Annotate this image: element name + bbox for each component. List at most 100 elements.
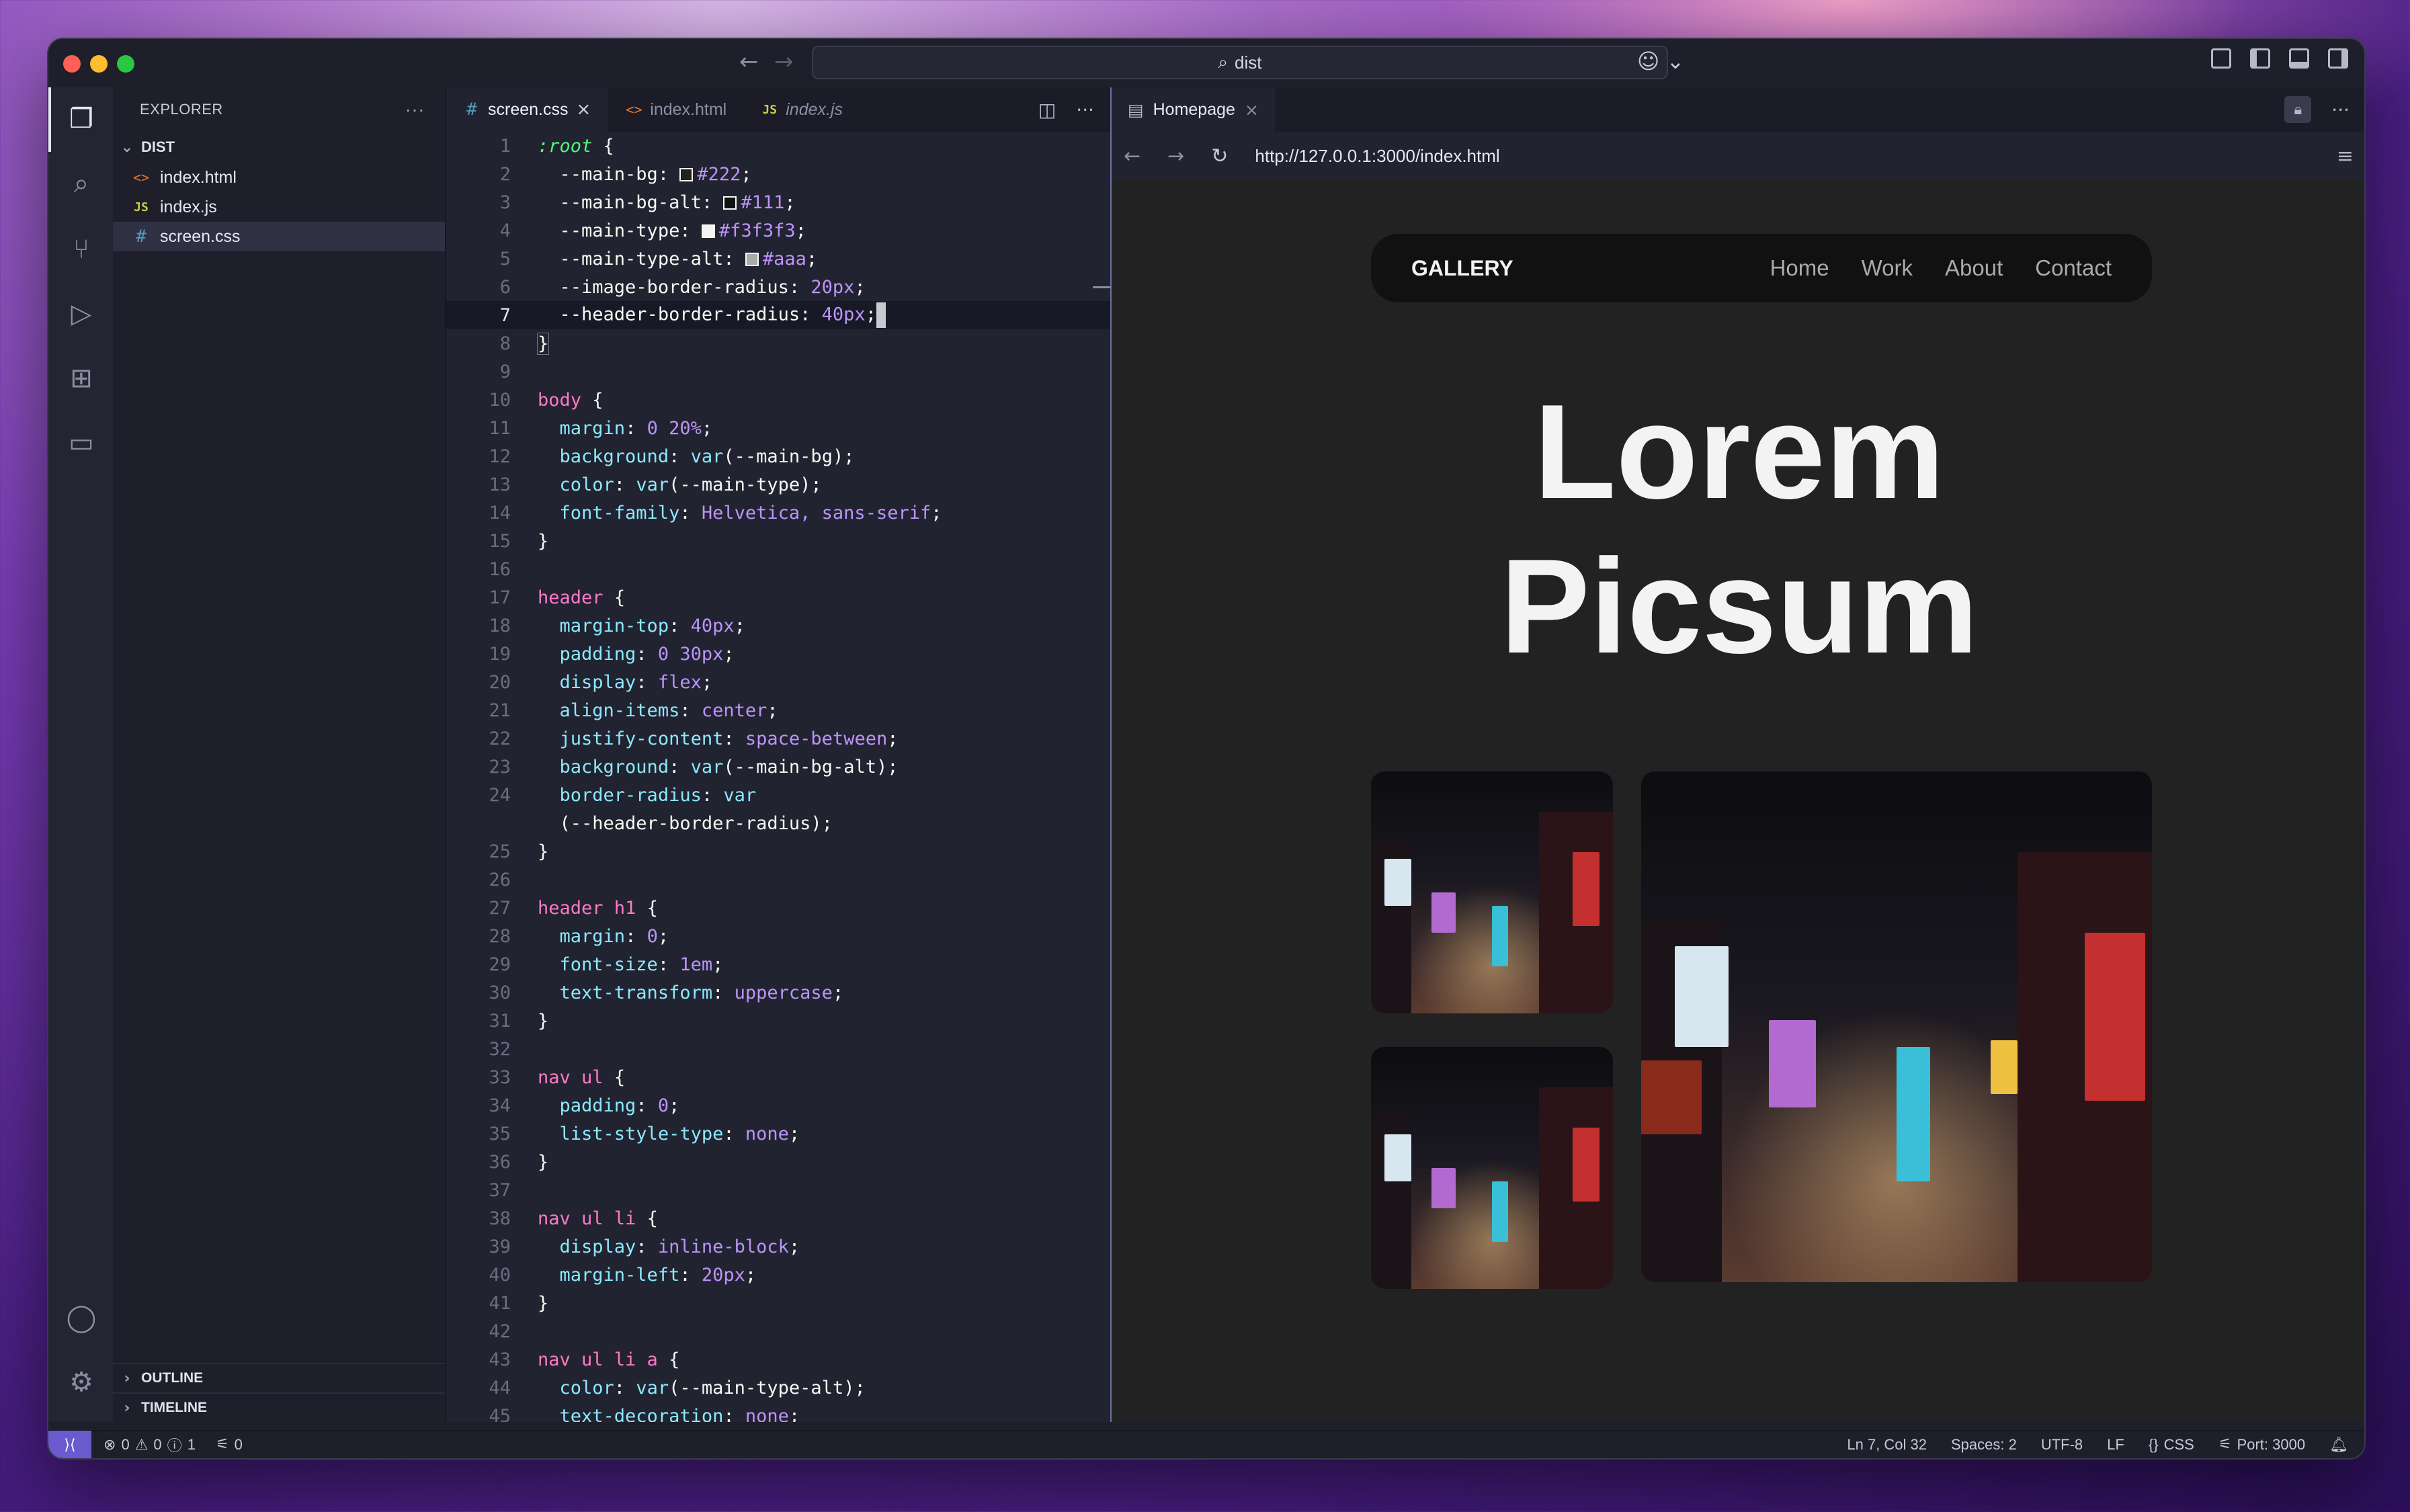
menu-icon[interactable]: ≡: [2337, 144, 2354, 168]
source-control-icon[interactable]: ⑂: [66, 234, 97, 265]
code-text: font-size: 1em;: [559, 954, 724, 975]
nav-link-about[interactable]: About: [1945, 255, 2003, 281]
code-text: nav ul li a {: [538, 1349, 680, 1370]
line-number: 8: [499, 333, 511, 354]
nav-link-contact[interactable]: Contact: [2035, 255, 2112, 281]
browser-tab-icon: ▤: [1128, 99, 1144, 120]
code-text: nav ul li {: [538, 1208, 658, 1229]
code-area[interactable]: 1:root { 2 --main-bg: #222; 3 --main-bg-…: [446, 132, 1112, 1422]
more-actions-icon[interactable]: ···: [2331, 99, 2350, 121]
port-status[interactable]: ⚟ Port: 3000: [2218, 1436, 2305, 1454]
line-ending[interactable]: LF: [2107, 1436, 2124, 1454]
timeline-section[interactable]: › TIMELINE: [113, 1392, 445, 1422]
code-text: --main-bg-alt: #111;: [559, 192, 796, 213]
code-line: 22 justify-content: space-between;: [446, 724, 1112, 753]
customize-layout-icon[interactable]: [2211, 48, 2231, 69]
explorer-title: EXPLORER: [140, 101, 223, 118]
code-text: color: var(--main-type);: [559, 474, 822, 495]
file-index-html[interactable]: <> index.html: [113, 163, 445, 192]
ports-indicator[interactable]: ⚟ 0: [216, 1436, 243, 1454]
code-line-current: 7 --header-border-radius: 40px;: [446, 301, 1112, 329]
file-screen-css[interactable]: # screen.css: [113, 222, 445, 251]
toggle-panel-icon[interactable]: [2289, 48, 2309, 69]
back-arrow-icon[interactable]: ←: [1124, 144, 1140, 168]
color-swatch[interactable]: [745, 252, 759, 266]
toggle-secondary-sidebar-icon[interactable]: [2328, 48, 2348, 69]
language-mode[interactable]: {} CSS: [2149, 1436, 2194, 1454]
rendered-site: GALLERY Home Work About Contact Lorem Pi…: [1112, 180, 2364, 1422]
remote-indicator[interactable]: ⟩⟨: [48, 1431, 91, 1458]
bell-icon[interactable]: 🔔︎: [2329, 1437, 2348, 1454]
remote-explorer-icon[interactable]: ▭: [66, 427, 97, 458]
indentation[interactable]: Spaces: 2: [1951, 1436, 2017, 1454]
minimize-window-button[interactable]: [90, 55, 108, 73]
code-text: }: [538, 1151, 549, 1173]
close-icon[interactable]: ×: [576, 99, 591, 120]
code-line: 37: [446, 1176, 1112, 1204]
explorer-icon[interactable]: ❐: [66, 103, 97, 134]
css-file-icon: #: [466, 99, 477, 120]
nav-link-home[interactable]: Home: [1770, 255, 1829, 281]
code-text: --header-border-radius: 40px;: [538, 302, 886, 328]
code-line: 19 padding: 0 30px;: [446, 640, 1112, 668]
code-text: background: var(--main-bg-alt);: [559, 756, 899, 778]
more-actions-icon[interactable]: ···: [405, 99, 425, 120]
city-night-photo: [1641, 771, 2152, 1282]
css-file-icon: #: [136, 226, 147, 247]
code-text: display: flex;: [559, 671, 713, 693]
folder-label: DIST: [141, 138, 175, 155]
color-swatch[interactable]: [723, 196, 737, 210]
code-line: 13 color: var(--main-type);: [446, 470, 1112, 499]
reload-icon[interactable]: ↻: [1211, 144, 1228, 168]
back-arrow-icon[interactable]: ←: [739, 48, 759, 75]
active-indicator: [48, 87, 51, 152]
split-editor-icon[interactable]: ◫: [1038, 99, 1056, 121]
line-number: 43: [489, 1349, 511, 1370]
outline-section[interactable]: › OUTLINE: [113, 1363, 445, 1392]
line-number: 37: [489, 1179, 511, 1201]
code-text: }: [538, 1292, 549, 1314]
close-window-button[interactable]: [63, 55, 81, 73]
line-number: 40: [489, 1264, 511, 1286]
code-line: 10 body {: [446, 386, 1112, 414]
gallery-image: [1371, 771, 1613, 1013]
line-number: 18: [489, 615, 511, 636]
forward-arrow-icon[interactable]: →: [774, 48, 794, 75]
toggle-sidebar-icon[interactable]: [2250, 48, 2270, 69]
gear-icon[interactable]: ⚙: [66, 1367, 97, 1398]
more-actions-icon[interactable]: ···: [1076, 99, 1094, 121]
run-debug-icon[interactable]: ▷: [66, 298, 97, 329]
search-icon[interactable]: ⌕: [66, 168, 97, 199]
extensions-icon[interactable]: ⊞: [66, 363, 97, 394]
code-line: 2 --main-bg: #222;: [446, 160, 1112, 188]
file-index-js[interactable]: JS index.js: [113, 192, 445, 222]
url-input[interactable]: http://127.0.0.1:3000/index.html: [1255, 146, 1499, 167]
tab-screen-css[interactable]: # screen.css ×: [446, 87, 609, 132]
cursor-position[interactable]: Ln 7, Col 32: [1847, 1436, 1927, 1454]
folder-dist[interactable]: ⌄ DIST: [113, 132, 445, 163]
forward-arrow-icon[interactable]: →: [1167, 144, 1184, 168]
tab-homepage[interactable]: ▤ Homepage ×: [1112, 87, 1275, 132]
tab-index-js[interactable]: JS index.js: [744, 87, 860, 132]
tab-index-html[interactable]: <> index.html: [608, 87, 744, 132]
close-icon[interactable]: ×: [1245, 100, 1259, 120]
command-center[interactable]: ⌕ dist: [812, 46, 1668, 79]
account-icon[interactable]: ◯: [66, 1302, 97, 1333]
site-logo[interactable]: GALLERY: [1411, 256, 1513, 281]
nav-link-work[interactable]: Work: [1862, 255, 1913, 281]
line-number: 27: [489, 897, 511, 919]
explorer-sidebar: EXPLORER ··· ⌄ DIST <> index.html JS ind…: [113, 87, 446, 1422]
color-swatch[interactable]: [701, 224, 715, 238]
code-line: 41}: [446, 1289, 1112, 1317]
copilot-icon[interactable]: ☺ ⌄: [1637, 48, 1684, 74]
line-number: 45: [489, 1405, 511, 1423]
maximize-window-button[interactable]: [117, 55, 134, 73]
code-line: 15}: [446, 527, 1112, 555]
problems-indicator[interactable]: ⊗ 0 ⚠ 0 ⓘ 1: [103, 1434, 196, 1456]
encoding[interactable]: UTF-8: [2041, 1436, 2083, 1454]
color-swatch[interactable]: [679, 167, 694, 181]
line-number: 33: [489, 1066, 511, 1088]
lock-icon[interactable]: 🔒︎: [2284, 96, 2312, 123]
code-line: 9: [446, 358, 1112, 386]
title-bar: ← → ⌕ dist ☺ ⌄: [48, 39, 2364, 87]
